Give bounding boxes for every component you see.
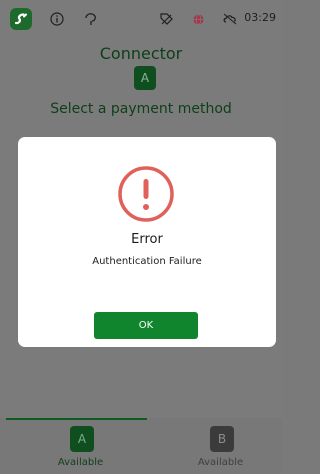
error-icon [117, 165, 175, 223]
info-icon[interactable] [48, 10, 66, 28]
dialog-title: Error [131, 232, 163, 247]
connector-b-badge: B [210, 426, 234, 452]
dialog-message: Authentication Failure [92, 256, 202, 267]
connector-b-status: Available [197, 457, 244, 468]
app-screen: 03:29 Connector A Select a payment metho… [0, 0, 282, 474]
tab-connector-b[interactable]: B Available [150, 424, 291, 472]
error-dialog: Error Authentication Failure OK [18, 137, 276, 347]
page-subtitle: Select a payment method [50, 101, 232, 117]
connector-a-badge: A [70, 426, 94, 452]
tab-connector-a[interactable]: A Available [10, 424, 151, 472]
signal-icon [82, 10, 100, 28]
clock: 03:29 [244, 11, 276, 24]
connector-badge: A [134, 66, 156, 90]
globe-icon [189, 10, 207, 28]
cloud-icon [221, 10, 239, 28]
app-logo-icon [10, 8, 32, 30]
tag-icon [157, 10, 175, 28]
ok-button[interactable]: OK [94, 312, 198, 339]
status-bar: 03:29 [0, 0, 282, 38]
connector-a-status: Available [57, 457, 104, 468]
page-title: Connector [99, 44, 183, 63]
selected-tab-indicator [6, 418, 147, 420]
